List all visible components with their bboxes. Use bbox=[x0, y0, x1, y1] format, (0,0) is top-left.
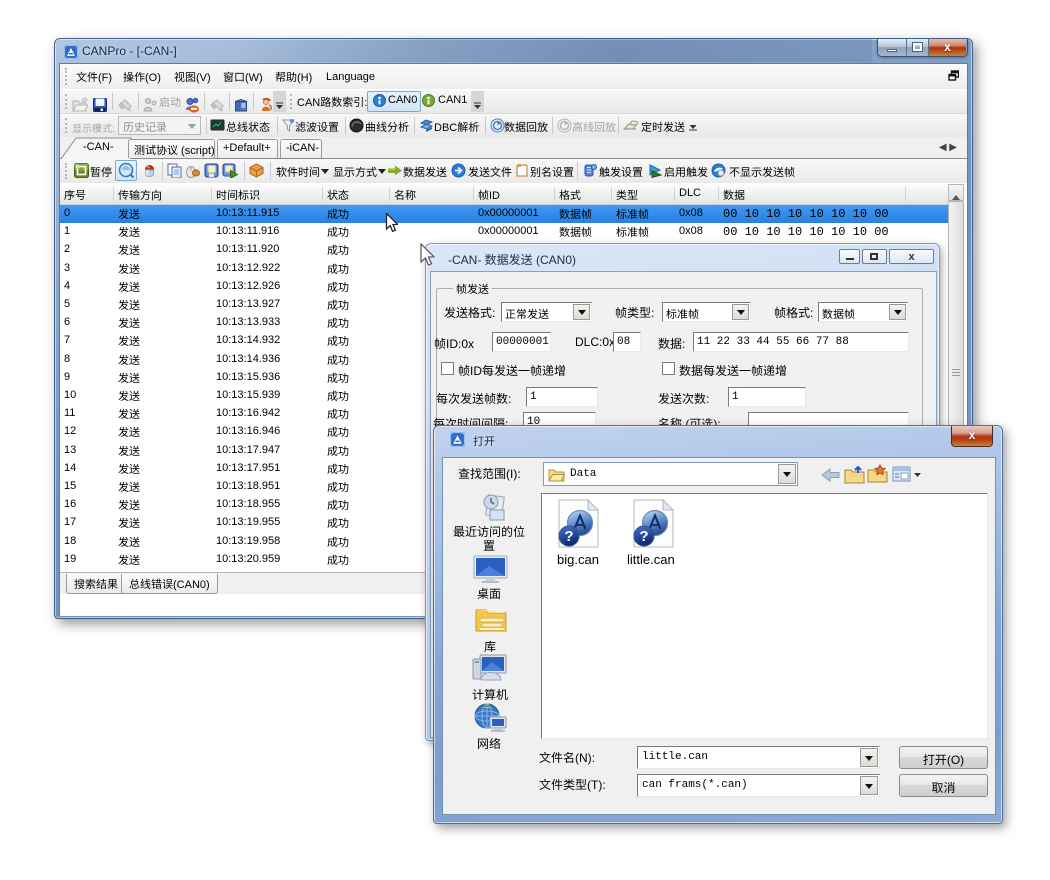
svg-text:?: ? bbox=[639, 528, 648, 545]
svg-text:?: ? bbox=[564, 528, 573, 545]
